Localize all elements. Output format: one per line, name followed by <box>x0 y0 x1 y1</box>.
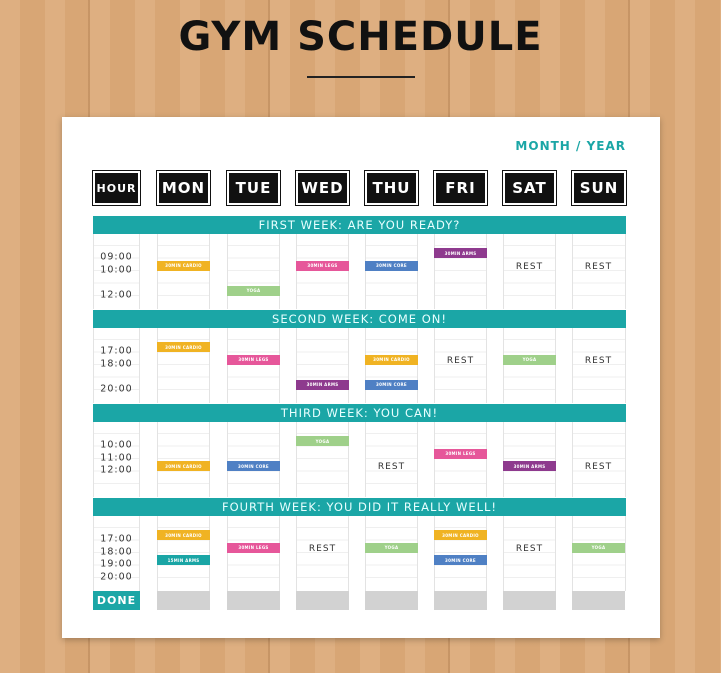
done-checkbox-mon[interactable] <box>157 591 210 610</box>
week-4-sat-cell <box>503 516 556 591</box>
rest-label: REST <box>446 355 475 366</box>
week-4-sun-cell <box>572 516 626 591</box>
hour-label: 19:00 <box>100 558 133 570</box>
workout-cardio[interactable]: 30MIN CARDIO <box>157 530 210 540</box>
week-1-fri-cell <box>434 234 487 309</box>
week-3-banner: THIRD WEEK: YOU CAN! <box>93 404 626 422</box>
hour-label: 12:00 <box>100 464 133 476</box>
hour-label: 18:00 <box>100 546 133 557</box>
workout-yoga[interactable]: YOGA <box>503 354 556 365</box>
week-1-sun-cell <box>572 234 626 309</box>
workout-arms15[interactable]: 15MIN ARMS <box>157 555 210 565</box>
week-3-tue-cell <box>227 422 280 497</box>
hour-label: 10:00 <box>100 264 133 275</box>
rest-label: REST <box>584 261 613 272</box>
workout-legs[interactable]: 30MIN LEGS <box>296 260 349 271</box>
schedule-card: MONTH / YEAR HOUR MON TUE WED THU FRI SAT SUN FI… <box>62 117 660 638</box>
week-2-tue-cell <box>227 328 280 403</box>
header-fri: FRI <box>433 170 488 206</box>
week-2-thu-cell <box>365 328 418 403</box>
workout-core[interactable]: 30MIN CORE <box>365 379 418 390</box>
header-thu: THU <box>364 170 419 206</box>
workout-yoga[interactable]: YOGA <box>365 542 418 553</box>
header-sun: SUN <box>571 170 627 206</box>
workout-yoga[interactable]: YOGA <box>572 542 625 553</box>
week-4-banner: FOURTH WEEK: YOU DID IT REALLY WELL! <box>93 498 626 516</box>
month-year-label: MONTH / YEAR <box>515 139 626 153</box>
header-mon: MON <box>156 170 211 206</box>
workout-arms[interactable]: 30MIN ARMS <box>296 379 349 390</box>
workout-arms[interactable]: 30MIN ARMS <box>434 248 487 258</box>
hour-label: 17:00 <box>100 533 133 545</box>
week-4-wed-cell <box>296 516 349 591</box>
week-2-sun-cell <box>572 328 626 403</box>
header-wed: WED <box>295 170 350 206</box>
rest-label: REST <box>308 543 337 554</box>
workout-yoga[interactable]: YOGA <box>296 436 349 446</box>
week-4-tue-cell <box>227 516 280 591</box>
hour-label: 12:00 <box>100 289 133 300</box>
hour-label: 11:00 <box>100 452 133 463</box>
workout-legs[interactable]: 30MIN LEGS <box>434 448 487 459</box>
workout-core[interactable]: 30MIN CORE <box>227 461 280 471</box>
week-3-wed-cell <box>296 422 349 497</box>
week-2-fri-cell <box>434 328 487 403</box>
workout-cardio[interactable]: 30MIN CARDIO <box>434 530 487 540</box>
workout-arms[interactable]: 30MIN ARMS <box>503 461 556 471</box>
hour-label: 20:00 <box>100 383 133 394</box>
week-3-mon-cell <box>157 422 210 497</box>
done-checkbox-sat[interactable] <box>503 591 556 610</box>
workout-cardio[interactable]: 30MIN CARDIO <box>157 260 210 271</box>
rest-label: REST <box>515 261 544 272</box>
week-1-thu-cell <box>365 234 418 309</box>
week-1-sat-cell <box>503 234 556 309</box>
week-1-wed-cell <box>296 234 349 309</box>
done-checkbox-thu[interactable] <box>365 591 418 610</box>
week-4-mon-cell <box>157 516 210 591</box>
hour-label: 10:00 <box>100 439 133 451</box>
week-3-sat-cell <box>503 422 556 497</box>
header-tue: TUE <box>226 170 281 206</box>
workout-core[interactable]: 30MIN CORE <box>434 555 487 565</box>
workout-legs[interactable]: 30MIN LEGS <box>227 542 280 553</box>
workout-cardio[interactable]: 30MIN CARDIO <box>157 461 210 471</box>
header-sat: SAT <box>502 170 557 206</box>
rest-label: REST <box>515 543 544 554</box>
page-title: GYM SCHEDULE <box>178 14 543 60</box>
done-checkbox-fri[interactable] <box>434 591 487 610</box>
week-2-wed-cell <box>296 328 349 403</box>
week-2-banner: SECOND WEEK: COME ON! <box>93 310 626 328</box>
week-3-thu-cell <box>365 422 418 497</box>
hour-label: 09:00 <box>100 251 133 263</box>
workout-cardio[interactable]: 30MIN CARDIO <box>157 342 210 352</box>
rest-label: REST <box>377 462 406 472</box>
rest-label: REST <box>584 462 613 472</box>
done-checkbox-sun[interactable] <box>572 591 625 610</box>
week-1-mon-cell <box>157 234 210 309</box>
week-4-thu-cell <box>365 516 418 591</box>
done-label: DONE <box>93 591 140 610</box>
week-3-sun-cell <box>572 422 626 497</box>
workout-legs[interactable]: 30MIN LEGS <box>227 354 280 365</box>
rest-label: REST <box>584 355 613 366</box>
hour-label: 20:00 <box>100 571 133 582</box>
workout-cardio[interactable]: 30MIN CARDIO <box>365 354 418 365</box>
hour-label: 18:00 <box>100 358 133 369</box>
title-underline <box>307 76 415 78</box>
week-1-tue-cell <box>227 234 280 309</box>
header-hour: HOUR <box>92 170 141 206</box>
week-3-fri-cell <box>434 422 487 497</box>
workout-core[interactable]: 30MIN CORE <box>365 260 418 271</box>
done-checkbox-wed[interactable] <box>296 591 349 610</box>
week-4-fri-cell <box>434 516 487 591</box>
workout-yoga[interactable]: YOGA <box>227 285 280 296</box>
week-2-mon-cell <box>157 328 210 403</box>
done-checkbox-tue[interactable] <box>227 591 280 610</box>
week-2-sat-cell <box>503 328 556 403</box>
week-1-banner: FIRST WEEK: ARE YOU READY? <box>93 216 626 234</box>
hour-label: 17:00 <box>100 345 133 357</box>
